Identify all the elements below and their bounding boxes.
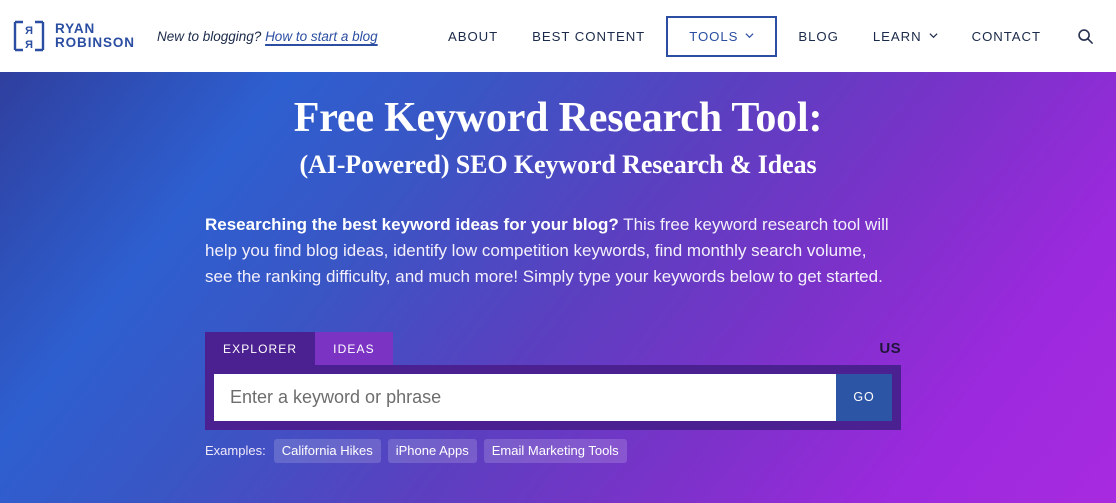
nav-item-best-content[interactable]: BEST CONTENT [515,19,662,54]
tab-label: EXPLORER [223,342,297,356]
search-panel: GO [205,365,901,430]
search-icon[interactable] [1072,23,1098,49]
nav-item-contact[interactable]: CONTACT [955,19,1058,54]
widget-tabs: EXPLORER IDEAS [205,332,901,365]
hero-section: Free Keyword Research Tool: (AI-Powered)… [0,72,1116,503]
region-selector[interactable]: US [879,340,901,357]
nav-label: BLOG [798,29,838,44]
nav-item-blog[interactable]: BLOG [781,19,855,54]
tab-label: IDEAS [333,342,375,356]
site-header: R R RYAN ROBINSON New to blogging? How t… [0,0,1116,72]
tab-ideas[interactable]: IDEAS [315,332,393,365]
nav-label: CONTACT [972,29,1041,44]
example-chip[interactable]: Email Marketing Tools [484,439,627,463]
tagline-text: New to blogging? [157,29,261,44]
example-keywords: Examples: California Hikes iPhone Apps E… [205,439,901,463]
logo-line-2: ROBINSON [55,36,135,50]
nav-label: ABOUT [448,29,498,44]
nav-label: LEARN [873,29,922,44]
logo-line-1: RYAN [55,22,135,36]
main-navigation: ABOUT BEST CONTENT TOOLS BLOG LEARN CONT… [431,16,1098,57]
chevron-down-icon [745,31,754,40]
nav-label: TOOLS [689,29,738,44]
nav-item-tools[interactable]: TOOLS [666,16,777,57]
site-logo[interactable]: R R RYAN ROBINSON [12,19,135,53]
page-subtitle: (AI-Powered) SEO Keyword Research & Idea… [205,150,911,180]
page-title: Free Keyword Research Tool: [205,96,911,141]
keyword-search-widget: EXPLORER IDEAS US GO Examples: Californi… [205,332,901,463]
go-button[interactable]: GO [836,374,892,421]
nav-item-learn[interactable]: LEARN [856,19,955,54]
header-tagline: New to blogging? How to start a blog [157,29,378,44]
bracket-double-r-logo-icon: R R [12,19,46,53]
example-chip[interactable]: iPhone Apps [388,439,477,463]
svg-text:R: R [25,39,33,51]
example-chip[interactable]: California Hikes [274,439,381,463]
search-input[interactable] [214,374,836,421]
svg-text:R: R [25,25,33,37]
nav-item-about[interactable]: ABOUT [431,19,515,54]
chevron-down-icon [929,31,938,40]
how-to-start-a-blog-link[interactable]: How to start a blog [265,29,378,44]
hero-description: Researching the best keyword ideas for y… [205,212,895,291]
examples-label: Examples: [205,443,266,458]
hero-description-bold: Researching the best keyword ideas for y… [205,215,619,234]
nav-label: BEST CONTENT [532,29,645,44]
tab-explorer[interactable]: EXPLORER [205,332,315,365]
logo-wordmark: RYAN ROBINSON [55,22,135,50]
